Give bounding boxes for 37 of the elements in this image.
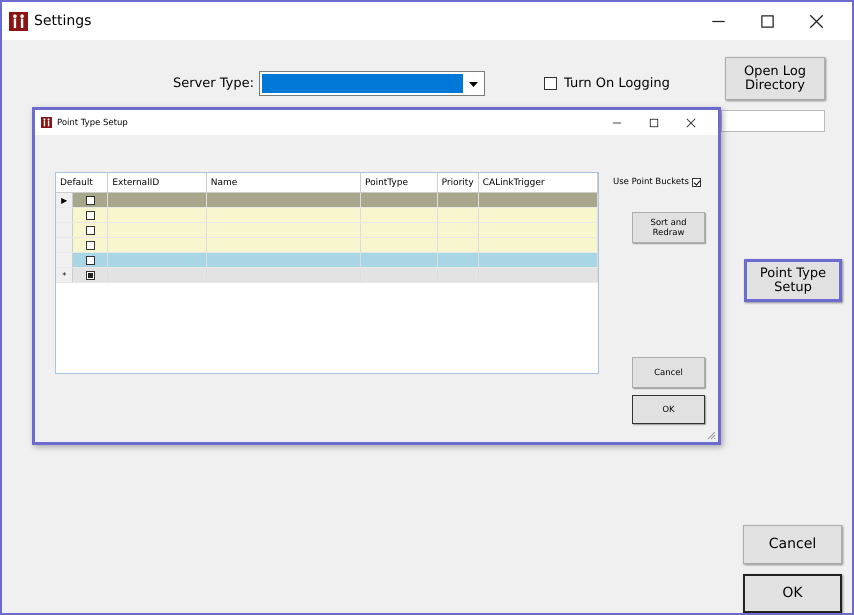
app-icon bbox=[9, 12, 28, 30]
ok-button[interactable]: OK bbox=[743, 574, 842, 613]
cancel-button[interactable]: Cancel bbox=[632, 357, 705, 388]
column-header[interactable]: Priority bbox=[437, 173, 478, 192]
column-header[interactable]: PointType bbox=[360, 173, 438, 192]
checkbox[interactable] bbox=[86, 226, 95, 234]
column-header[interactable]: CALinkTrigger bbox=[478, 173, 598, 192]
app-icon bbox=[41, 117, 52, 128]
checkbox[interactable] bbox=[692, 178, 701, 186]
maximize-icon[interactable] bbox=[649, 118, 659, 128]
checkbox[interactable] bbox=[86, 210, 95, 220]
input-field[interactable] bbox=[721, 110, 825, 132]
checkbox[interactable] bbox=[86, 240, 95, 250]
field-label: Server Type: bbox=[173, 76, 254, 93]
dialog-title: Point Type Setup bbox=[57, 118, 129, 128]
close-icon[interactable] bbox=[809, 14, 824, 28]
ok-button[interactable]: OK bbox=[632, 395, 705, 424]
open-log-button[interactable]: Open Log Directory bbox=[725, 57, 825, 100]
point-type-setup-button[interactable]: Point Type Setup bbox=[744, 259, 842, 302]
checkbox[interactable] bbox=[86, 270, 95, 280]
column-header[interactable]: ExternalID bbox=[108, 173, 206, 192]
window-title: Settings bbox=[34, 13, 92, 29]
resize-grip-icon[interactable] bbox=[706, 430, 716, 440]
option-label: Use Point Buckets bbox=[613, 177, 689, 187]
maximize-icon[interactable] bbox=[760, 14, 775, 28]
checkbox[interactable] bbox=[544, 77, 558, 90]
checkbox[interactable] bbox=[86, 256, 95, 264]
cancel-button[interactable]: Cancel bbox=[743, 525, 842, 564]
option-label: Turn On Logging bbox=[564, 76, 670, 91]
server-type-dropdown[interactable] bbox=[259, 71, 486, 96]
sort-button[interactable]: Sort and Redraw bbox=[632, 212, 705, 243]
checkbox[interactable] bbox=[86, 196, 95, 204]
column-header[interactable]: Name bbox=[206, 173, 360, 192]
row-header[interactable]: * bbox=[56, 268, 73, 282]
column-header[interactable]: Default bbox=[56, 173, 108, 192]
close-icon[interactable] bbox=[686, 118, 696, 128]
row-header[interactable]: ▶ bbox=[56, 192, 73, 208]
